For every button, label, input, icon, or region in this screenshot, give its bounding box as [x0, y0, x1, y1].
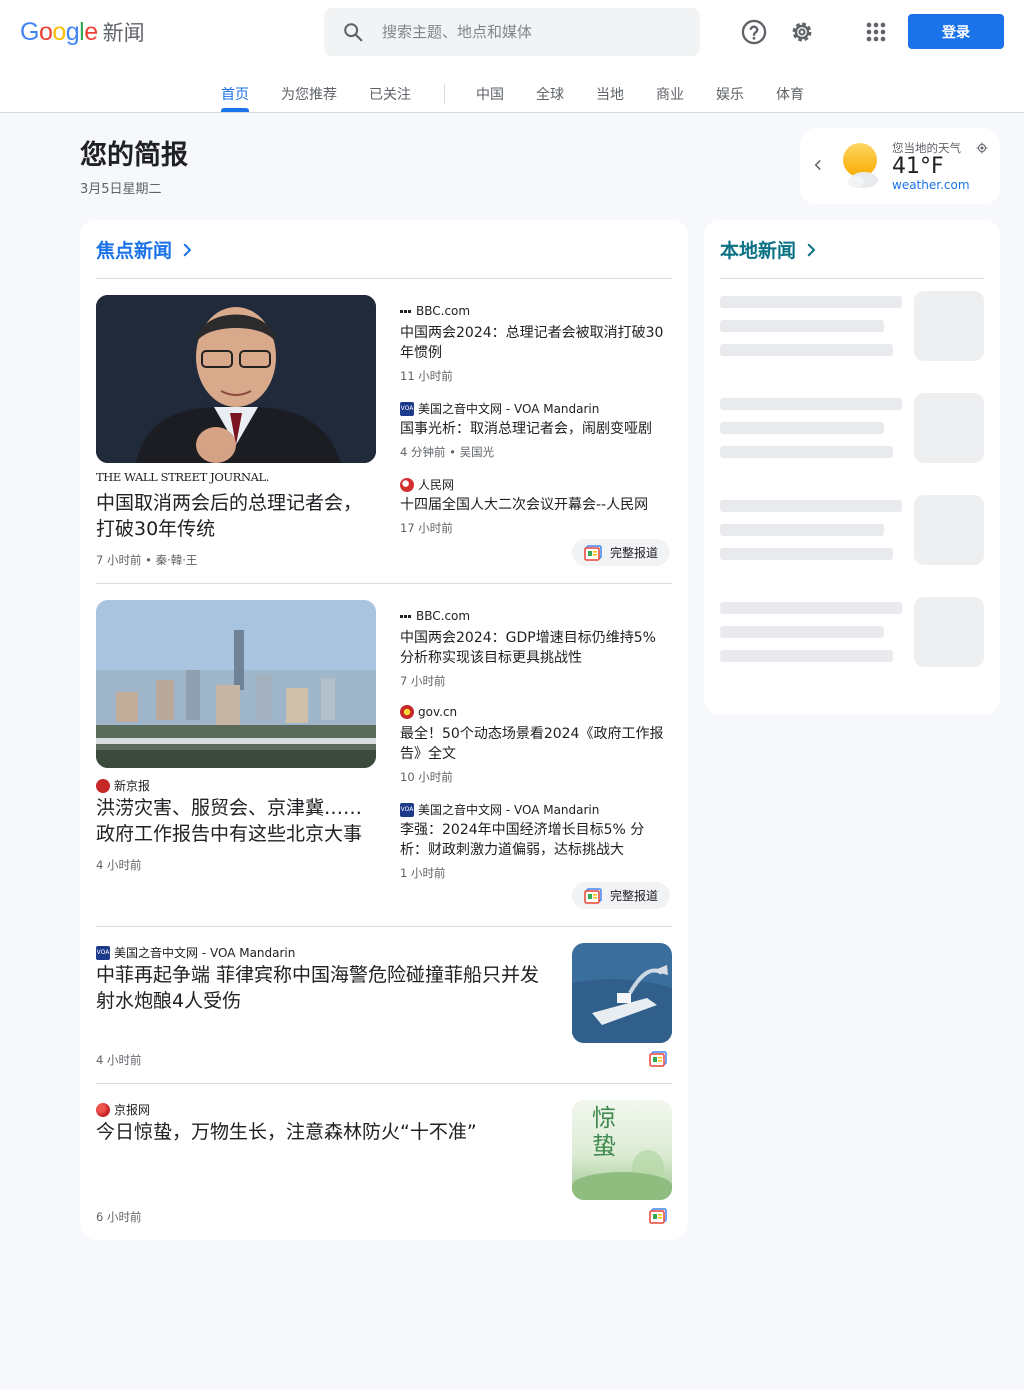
gov-emblem-icon: [400, 705, 414, 719]
bbc-logo-icon: [400, 610, 412, 622]
story-headline[interactable]: 今日惊蛰，万物生长，注意森林防火“十不准”: [96, 1119, 546, 1145]
premier-photo[interactable]: [96, 295, 376, 463]
related-headline[interactable]: 中国两会2024：总理记者会被取消打破30年惯例: [400, 323, 668, 363]
location-icon[interactable]: [976, 142, 988, 154]
local-news-heading[interactable]: 本地新闻: [720, 236, 820, 263]
source-gov: gov.cn: [400, 705, 457, 719]
source-wsj: THE WALL STREET JOURNAL.: [96, 470, 270, 484]
news-wordmark: 新闻: [102, 21, 145, 45]
divider: [96, 1083, 672, 1084]
chevron-right-icon: [807, 243, 815, 256]
full-coverage-icon: [584, 887, 602, 904]
top-stories-card: 焦点新闻 THE WALL STREET JOURNAL. 中国取消两会后的总理…: [80, 220, 688, 1240]
voa-logo-icon: VOA: [96, 945, 110, 960]
weather-temp: 41°F: [892, 154, 944, 179]
story-meta: 4 小时前: [96, 1053, 142, 1067]
story-meta: 4 小时前: [96, 858, 142, 872]
beijing-skyline-photo[interactable]: [96, 600, 376, 768]
story-headline[interactable]: 洪涝灾害、服贸会、京津冀……政府工作报告中有这些北京大事: [96, 795, 380, 847]
source-voa: VOA 美国之音中文网 - VOA Mandarin: [400, 401, 600, 416]
tab-separator: [444, 84, 445, 104]
related-headline[interactable]: 最全！50个动态场景看2024《政府工作报告》全文: [400, 724, 668, 764]
login-button[interactable]: 登录: [908, 14, 1004, 49]
story-meta: 6 小时前: [96, 1210, 142, 1224]
tab-following[interactable]: 已关注: [369, 84, 411, 112]
google-wordmark: Google: [20, 17, 98, 46]
full-coverage-button[interactable]: 完整报道: [572, 539, 671, 566]
tab-for-you[interactable]: 为您推荐: [281, 84, 337, 112]
tab-china[interactable]: 中国: [476, 84, 504, 112]
tab-sports[interactable]: 体育: [776, 84, 804, 112]
divider: [720, 278, 984, 279]
weather-widget[interactable]: 您当地的天气 41°F weather.com: [800, 128, 1000, 204]
jingzhe-poster-image[interactable]: 惊蛰: [572, 1100, 672, 1200]
related-headline[interactable]: 中国两会2024：GDP增速目标仍维持5% 分析称实现该目标更具挑战性: [400, 628, 668, 668]
tab-entertainment[interactable]: 娱乐: [716, 84, 744, 112]
briefing-date: 3月5日星期二: [80, 182, 162, 197]
search-icon[interactable]: [342, 21, 364, 43]
chevron-right-icon: [183, 243, 191, 256]
related-meta: 10 小时前: [400, 770, 453, 784]
google-news-logo[interactable]: Google 新闻: [20, 17, 145, 47]
related-headline[interactable]: 十四届全国人大二次会议开幕会--人民网: [400, 495, 668, 515]
full-coverage-button[interactable]: 完整报道: [572, 882, 671, 909]
source-jingbao: 京报网: [96, 1101, 150, 1118]
settings-gear-icon[interactable]: [788, 18, 816, 46]
source-bbc: BBC.com: [400, 304, 470, 318]
search-box[interactable]: [324, 8, 700, 56]
divider: [96, 278, 672, 279]
people-daily-logo-icon: [400, 477, 414, 492]
help-icon[interactable]: [740, 18, 768, 46]
story-meta: 7 小时前 • 秦·韓·王: [96, 553, 198, 567]
full-coverage-icon[interactable]: [649, 1208, 667, 1224]
page-title: 您的简报: [80, 140, 188, 171]
tab-business[interactable]: 商业: [656, 84, 684, 112]
apps-grid-icon[interactable]: [862, 18, 890, 46]
local-news-card: 本地新闻: [704, 220, 1000, 715]
poster-title: 惊蛰: [592, 1104, 616, 1160]
story-headline[interactable]: 中国取消两会后的总理记者会，打破30年传统: [96, 490, 376, 542]
related-meta: 4 分钟前 • 吴国光: [400, 445, 495, 459]
source-voa: VOA 美国之音中文网 - VOA Mandarin: [400, 802, 600, 817]
weather-source-link[interactable]: weather.com: [892, 178, 970, 192]
tab-world[interactable]: 全球: [536, 84, 564, 112]
divider: [96, 926, 672, 927]
jingbao-logo-icon: [96, 1102, 110, 1117]
divider: [96, 583, 672, 584]
search-input[interactable]: [382, 8, 682, 56]
source-bbc: BBC.com: [400, 609, 470, 623]
chevron-left-icon[interactable]: [811, 158, 825, 172]
top-stories-heading[interactable]: 焦点新闻: [96, 236, 196, 263]
related-meta: 1 小时前: [400, 866, 446, 880]
poster-hill: [572, 1172, 672, 1200]
voa-logo-icon: VOA: [400, 802, 414, 817]
voa-logo-icon: VOA: [400, 401, 414, 416]
full-coverage-icon: [584, 544, 602, 561]
source-people-daily: 人民网: [400, 476, 454, 493]
related-headline[interactable]: 李强：2024年中国经济增长目标5% 分析：财政刺激力道偏弱，达标挑战大: [400, 820, 668, 860]
coast-guard-ship-photo[interactable]: [572, 943, 672, 1043]
related-meta: 11 小时前: [400, 369, 453, 383]
related-meta: 17 小时前: [400, 521, 453, 535]
partly-cloudy-icon: [843, 143, 878, 188]
bbc-logo-icon: [400, 305, 412, 317]
top-bar: Google 新闻 登录 首页 为您推荐 已关注 中国 全球 当地 商业 娱乐 …: [0, 0, 1024, 113]
source-voa: VOA 美国之音中文网 - VOA Mandarin: [96, 945, 296, 960]
story-headline[interactable]: 中菲再起争端 菲律宾称中国海警危险碰撞菲船只并发射水炮酿4人受伤: [96, 962, 546, 1014]
related-meta: 7 小时前: [400, 674, 446, 688]
bjnews-logo-icon: [96, 778, 110, 793]
related-headline[interactable]: 国事光析：取消总理记者会，闹剧变哑剧: [400, 419, 668, 439]
source-bjnews: 新京报: [96, 777, 150, 794]
tab-home[interactable]: 首页: [221, 84, 249, 112]
tab-local[interactable]: 当地: [596, 84, 624, 112]
full-coverage-icon[interactable]: [649, 1051, 667, 1067]
